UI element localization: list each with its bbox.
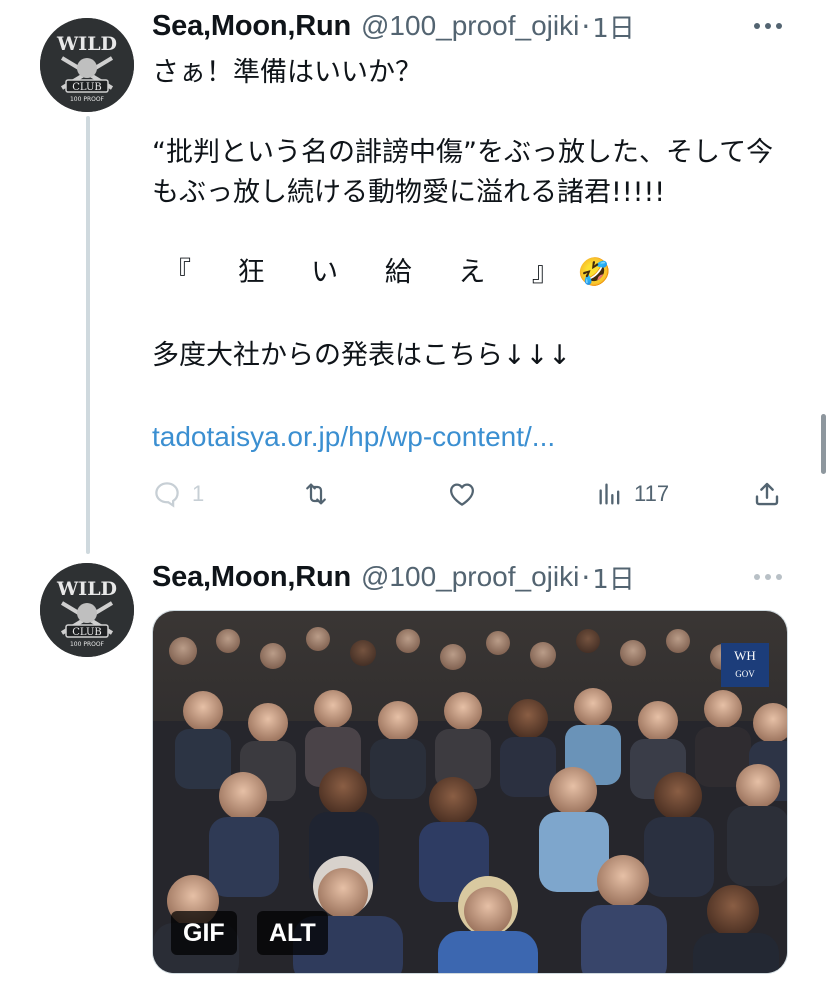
gif-media[interactable]: WH GOV GIF ALT: [152, 610, 788, 974]
thread-connector-line: [86, 116, 90, 554]
svg-text:CLUB: CLUB: [72, 627, 102, 638]
wild-club-logo: WILD CLUB 100 PROOF: [40, 563, 134, 657]
timestamp[interactable]: 1日: [592, 559, 635, 596]
avatar[interactable]: WILD CLUB 100 PROOF: [40, 563, 134, 657]
tweet-header: Sea,Moon,Run @100_proof_ojiki · 1日: [152, 557, 788, 597]
separator-dot: ·: [581, 560, 591, 594]
svg-text:100 PROOF: 100 PROOF: [70, 96, 105, 103]
tweet-text-line: 『 狂 い 給 え 』🤣: [164, 257, 631, 288]
tweet-header: Sea,Moon,Run @100_proof_ojiki · 1日: [152, 6, 788, 46]
retweet-button[interactable]: [300, 474, 332, 514]
retweet-icon: [300, 479, 332, 509]
timestamp[interactable]: 1日: [592, 8, 635, 45]
tweet-link[interactable]: tadotaisya.or.jp/hp/wp-content/...: [152, 421, 555, 453]
svg-text:CLUB: CLUB: [72, 82, 102, 93]
separator-dot: ·: [581, 9, 591, 43]
like-button[interactable]: [446, 474, 478, 514]
display-name[interactable]: Sea,Moon,Run: [152, 10, 351, 43]
like-icon: [446, 479, 478, 509]
scrollbar[interactable]: [821, 414, 826, 474]
views-button[interactable]: 117: [596, 474, 669, 514]
avatar[interactable]: WILD CLUB 100 PROOF: [40, 18, 134, 112]
crowd-applause-image: [153, 611, 787, 973]
tweet-actions: 1 117: [152, 474, 792, 514]
wild-club-logo: WILD CLUB 100 PROOF: [40, 18, 134, 112]
broadcaster-logo: WH GOV: [721, 643, 769, 687]
logo-subtext: GOV: [735, 669, 755, 679]
user-handle[interactable]: @100_proof_ojiki: [361, 10, 579, 42]
alt-text-button[interactable]: ALT: [257, 911, 328, 955]
views-count: 117: [634, 481, 670, 506]
user-handle[interactable]: @100_proof_ojiki: [361, 561, 579, 593]
svg-text:WILD: WILD: [56, 33, 117, 55]
gif-badge: GIF: [171, 911, 237, 955]
tweet-text-line: さぁ！準備はいいか？: [152, 57, 422, 88]
views-icon: [596, 480, 624, 508]
reply-count: 1: [192, 481, 205, 506]
more-icon[interactable]: [748, 557, 788, 597]
svg-text:100 PROOF: 100 PROOF: [70, 641, 105, 648]
reply-button[interactable]: 1: [152, 474, 204, 514]
share-button[interactable]: [752, 474, 782, 514]
share-icon: [752, 479, 782, 509]
display-name[interactable]: Sea,Moon,Run: [152, 561, 351, 594]
logo-text: WH: [734, 648, 756, 663]
tweet-text-paragraph: “批判という名の誹謗中傷”をぶっ放した、そして今もぶっ放し続ける動物愛に溢れる諸…: [152, 137, 774, 208]
reply-icon: [152, 479, 182, 509]
more-icon[interactable]: [748, 6, 788, 46]
tweet-text-line: 多度大社からの発表はこちら↓↓↓: [152, 340, 571, 371]
svg-text:WILD: WILD: [56, 578, 117, 600]
